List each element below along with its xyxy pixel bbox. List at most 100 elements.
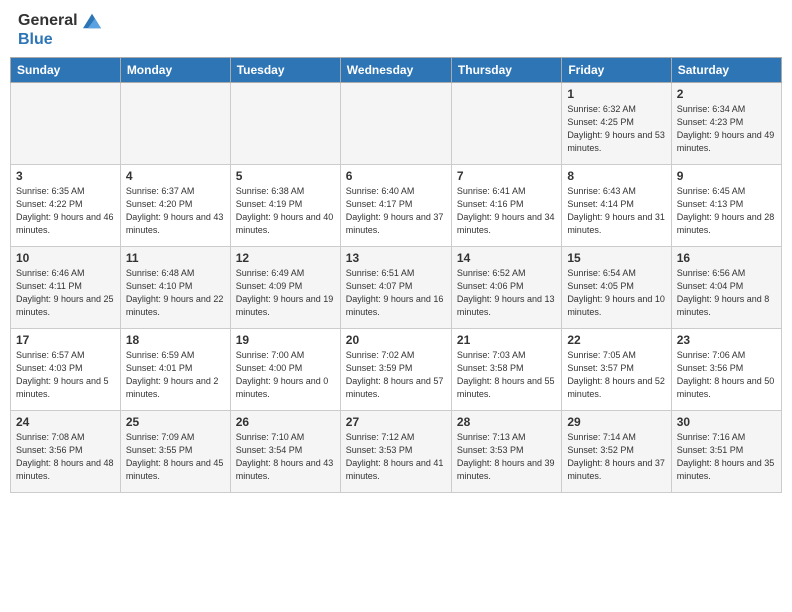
empty-cell — [340, 83, 451, 165]
day-cell-10: 10 Sunrise: 6:46 AM Sunset: 4:11 PM Dayli… — [11, 247, 121, 329]
day-info: Sunrise: 6:43 AM Sunset: 4:14 PM Dayligh… — [567, 186, 667, 235]
day-cell-16: 16 Sunrise: 6:56 AM Sunset: 4:04 PM Dayli… — [671, 247, 781, 329]
logo-text-block: General Blue — [18, 12, 102, 49]
day-number: 12 — [236, 251, 335, 265]
day-number: 28 — [457, 415, 556, 429]
day-number: 13 — [346, 251, 446, 265]
day-info: Sunrise: 6:56 AM Sunset: 4:04 PM Dayligh… — [677, 268, 772, 317]
day-cell-1: 1 Sunrise: 6:32 AM Sunset: 4:25 PM Daylig… — [562, 83, 671, 165]
weekday-header-friday: Friday — [562, 58, 671, 83]
day-cell-27: 27 Sunrise: 7:12 AM Sunset: 3:53 PM Dayli… — [340, 411, 451, 493]
logo: General Blue — [18, 12, 102, 49]
day-cell-29: 29 Sunrise: 7:14 AM Sunset: 3:52 PM Dayli… — [562, 411, 671, 493]
day-cell-5: 5 Sunrise: 6:38 AM Sunset: 4:19 PM Daylig… — [230, 165, 340, 247]
day-info: Sunrise: 6:45 AM Sunset: 4:13 PM Dayligh… — [677, 186, 777, 235]
day-number: 19 — [236, 333, 335, 347]
day-cell-12: 12 Sunrise: 6:49 AM Sunset: 4:09 PM Dayli… — [230, 247, 340, 329]
day-info: Sunrise: 7:06 AM Sunset: 3:56 PM Dayligh… — [677, 350, 777, 399]
day-info: Sunrise: 7:16 AM Sunset: 3:51 PM Dayligh… — [677, 432, 777, 481]
day-cell-26: 26 Sunrise: 7:10 AM Sunset: 3:54 PM Dayli… — [230, 411, 340, 493]
day-info: Sunrise: 6:49 AM Sunset: 4:09 PM Dayligh… — [236, 268, 336, 317]
day-number: 3 — [16, 169, 115, 183]
day-cell-14: 14 Sunrise: 6:52 AM Sunset: 4:06 PM Dayli… — [451, 247, 561, 329]
weekday-header-thursday: Thursday — [451, 58, 561, 83]
day-cell-9: 9 Sunrise: 6:45 AM Sunset: 4:13 PM Daylig… — [671, 165, 781, 247]
day-cell-28: 28 Sunrise: 7:13 AM Sunset: 3:53 PM Dayli… — [451, 411, 561, 493]
day-cell-13: 13 Sunrise: 6:51 AM Sunset: 4:07 PM Dayli… — [340, 247, 451, 329]
day-info: Sunrise: 6:57 AM Sunset: 4:03 PM Dayligh… — [16, 350, 111, 399]
day-info: Sunrise: 7:10 AM Sunset: 3:54 PM Dayligh… — [236, 432, 336, 481]
day-number: 29 — [567, 415, 665, 429]
day-info: Sunrise: 7:09 AM Sunset: 3:55 PM Dayligh… — [126, 432, 226, 481]
day-info: Sunrise: 7:05 AM Sunset: 3:57 PM Dayligh… — [567, 350, 667, 399]
weekday-header-saturday: Saturday — [671, 58, 781, 83]
day-number: 8 — [567, 169, 665, 183]
logo-general: General — [18, 12, 78, 29]
day-info: Sunrise: 7:02 AM Sunset: 3:59 PM Dayligh… — [346, 350, 446, 399]
day-cell-11: 11Sunrise: 6:48 AM Sunset: 4:10 PM Dayli… — [120, 247, 230, 329]
day-info: Sunrise: 7:12 AM Sunset: 3:53 PM Dayligh… — [346, 432, 446, 481]
day-info: Sunrise: 6:38 AM Sunset: 4:19 PM Dayligh… — [236, 186, 336, 235]
day-info: Sunrise: 7:14 AM Sunset: 3:52 PM Dayligh… — [567, 432, 667, 481]
day-info: Sunrise: 6:41 AM Sunset: 4:16 PM Dayligh… — [457, 186, 557, 235]
day-number: 9 — [677, 169, 776, 183]
day-number: 15 — [567, 251, 665, 265]
day-cell-7: 7 Sunrise: 6:41 AM Sunset: 4:16 PM Daylig… — [451, 165, 561, 247]
day-info: Sunrise: 7:03 AM Sunset: 3:58 PM Dayligh… — [457, 350, 557, 399]
day-cell-3: 3 Sunrise: 6:35 AM Sunset: 4:22 PM Daylig… — [11, 165, 121, 247]
day-number: 4 — [126, 169, 225, 183]
day-number: 18 — [126, 333, 225, 347]
day-cell-24: 24 Sunrise: 7:08 AM Sunset: 3:56 PM Dayli… — [11, 411, 121, 493]
day-info: Sunrise: 6:46 AM Sunset: 4:11 PM Dayligh… — [16, 268, 116, 317]
day-cell-18: 18 Sunrise: 6:59 AM Sunset: 4:01 PM Dayli… — [120, 329, 230, 411]
day-info: Sunrise: 6:52 AM Sunset: 4:06 PM Dayligh… — [457, 268, 557, 317]
empty-cell — [120, 83, 230, 165]
day-number: 7 — [457, 169, 556, 183]
day-cell-4: 4 Sunrise: 6:37 AM Sunset: 4:20 PM Daylig… — [120, 165, 230, 247]
day-number: 25 — [126, 415, 225, 429]
weekday-header-monday: Monday — [120, 58, 230, 83]
weekday-header-tuesday: Tuesday — [230, 58, 340, 83]
day-number: 24 — [16, 415, 115, 429]
day-number: 6 — [346, 169, 446, 183]
day-cell-2: 2 Sunrise: 6:34 AM Sunset: 4:23 PM Daylig… — [671, 83, 781, 165]
day-cell-25: 25 Sunrise: 7:09 AM Sunset: 3:55 PM Dayli… — [120, 411, 230, 493]
day-info: Sunrise: 6:32 AM Sunset: 4:25 PM Dayligh… — [567, 104, 667, 153]
day-info: Sunrise: 6:40 AM Sunset: 4:17 PM Dayligh… — [346, 186, 446, 235]
day-number: 1 — [567, 87, 665, 101]
day-cell-6: 6 Sunrise: 6:40 AM Sunset: 4:17 PM Daylig… — [340, 165, 451, 247]
day-info: Sunrise: 6:37 AM Sunset: 4:20 PM Dayligh… — [126, 186, 226, 235]
day-info: Sunrise: 7:08 AM Sunset: 3:56 PM Dayligh… — [16, 432, 116, 481]
weekday-header-sunday: Sunday — [11, 58, 121, 83]
day-cell-21: 21 Sunrise: 7:03 AM Sunset: 3:58 PM Dayli… — [451, 329, 561, 411]
empty-cell — [230, 83, 340, 165]
day-info: Sunrise: 6:35 AM Sunset: 4:22 PM Dayligh… — [16, 186, 116, 235]
day-info: Sunrise: 6:59 AM Sunset: 4:01 PM Dayligh… — [126, 350, 221, 399]
day-number: 16 — [677, 251, 776, 265]
day-cell-15: 15 Sunrise: 6:54 AM Sunset: 4:05 PM Dayli… — [562, 247, 671, 329]
day-number: 20 — [346, 333, 446, 347]
day-number: 5 — [236, 169, 335, 183]
logo-blue: Blue — [18, 31, 53, 48]
calendar: SundayMondayTuesdayWednesdayThursdayFrid… — [10, 57, 782, 493]
empty-cell — [11, 83, 121, 165]
day-number: 17 — [16, 333, 115, 347]
day-number: 26 — [236, 415, 335, 429]
day-number: 22 — [567, 333, 665, 347]
day-cell-17: 17 Sunrise: 6:57 AM Sunset: 4:03 PM Dayli… — [11, 329, 121, 411]
day-cell-30: 30Sunrise: 7:16 AM Sunset: 3:51 PM Dayli… — [671, 411, 781, 493]
day-number: 10 — [16, 251, 115, 265]
day-info: Sunrise: 7:00 AM Sunset: 4:00 PM Dayligh… — [236, 350, 331, 399]
header: General Blue — [0, 0, 792, 57]
day-info: Sunrise: 6:54 AM Sunset: 4:05 PM Dayligh… — [567, 268, 667, 317]
day-number: 27 — [346, 415, 446, 429]
day-cell-22: 22 Sunrise: 7:05 AM Sunset: 3:57 PM Dayli… — [562, 329, 671, 411]
day-cell-19: 19 Sunrise: 7:00 AM Sunset: 4:00 PM Dayli… — [230, 329, 340, 411]
day-number: 2 — [677, 87, 776, 101]
day-info: Sunrise: 6:51 AM Sunset: 4:07 PM Dayligh… — [346, 268, 446, 317]
day-info: Sunrise: 7:13 AM Sunset: 3:53 PM Dayligh… — [457, 432, 557, 481]
day-info: Sunrise: 6:34 AM Sunset: 4:23 PM Dayligh… — [677, 104, 777, 153]
day-cell-8: 8 Sunrise: 6:43 AM Sunset: 4:14 PM Daylig… — [562, 165, 671, 247]
day-number: 21 — [457, 333, 556, 347]
day-number: 14 — [457, 251, 556, 265]
